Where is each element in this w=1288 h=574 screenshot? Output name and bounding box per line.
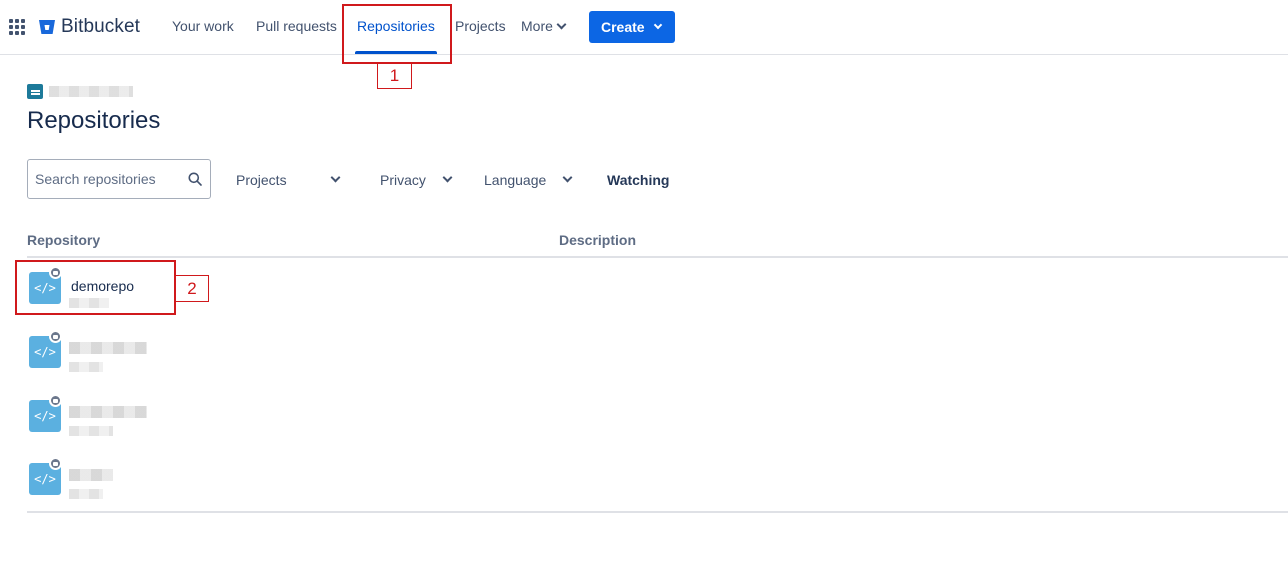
nav-projects[interactable]: Projects xyxy=(455,18,506,34)
repo-name-redacted[interactable] xyxy=(69,342,147,354)
search-input[interactable] xyxy=(35,171,185,187)
annotation-box-2 xyxy=(15,260,176,315)
top-navigation: Bitbucket Your work Pull requests Reposi… xyxy=(0,0,1288,55)
workspace-icon xyxy=(27,84,43,99)
filter-projects[interactable]: Projects xyxy=(236,172,287,188)
nav-your-work[interactable]: Your work xyxy=(172,18,234,34)
table-bottom-divider xyxy=(27,511,1288,513)
chevron-down-icon[interactable] xyxy=(442,172,453,183)
lock-icon xyxy=(49,330,62,343)
table-row[interactable]: </> xyxy=(27,330,547,382)
search-icon xyxy=(188,172,202,186)
table-header-divider xyxy=(27,256,1288,258)
annotation-box-1 xyxy=(342,4,452,64)
repo-project-redacted xyxy=(69,362,103,372)
create-button[interactable]: Create xyxy=(589,11,675,43)
chevron-down-icon[interactable] xyxy=(562,172,573,183)
chevron-down-icon xyxy=(653,20,663,30)
create-button-label: Create xyxy=(601,19,645,35)
nav-more[interactable]: More xyxy=(521,18,567,34)
filter-privacy[interactable]: Privacy xyxy=(380,172,426,188)
nav-pull-requests[interactable]: Pull requests xyxy=(256,18,337,34)
column-header-repository[interactable]: Repository xyxy=(27,232,100,248)
brand-name: Bitbucket xyxy=(61,16,141,37)
lock-icon xyxy=(49,457,62,470)
annotation-label-1: 1 xyxy=(377,63,412,89)
repo-project-redacted xyxy=(69,489,103,499)
app-switcher-grid-icon[interactable] xyxy=(9,19,25,35)
filter-watching[interactable]: Watching xyxy=(607,172,669,188)
filter-language[interactable]: Language xyxy=(484,172,546,188)
chevron-down-icon[interactable] xyxy=(330,172,341,183)
chevron-down-icon xyxy=(556,19,567,30)
bitbucket-logo[interactable]: Bitbucket xyxy=(38,16,140,38)
table-row[interactable]: </> xyxy=(27,457,547,509)
annotation-label-2: 2 xyxy=(175,275,209,302)
table-row[interactable]: </> xyxy=(27,394,547,446)
repo-name-redacted[interactable] xyxy=(69,406,147,418)
repo-project-redacted xyxy=(69,426,113,436)
search-repositories-field[interactable] xyxy=(27,159,211,199)
repo-name-redacted[interactable] xyxy=(69,469,113,481)
bitbucket-logo-icon xyxy=(39,20,55,34)
nav-more-label: More xyxy=(521,18,553,34)
column-header-description: Description xyxy=(559,232,637,248)
page-title: Repositories xyxy=(27,107,161,134)
lock-icon xyxy=(49,394,62,407)
workspace-name-redacted[interactable] xyxy=(49,86,133,97)
